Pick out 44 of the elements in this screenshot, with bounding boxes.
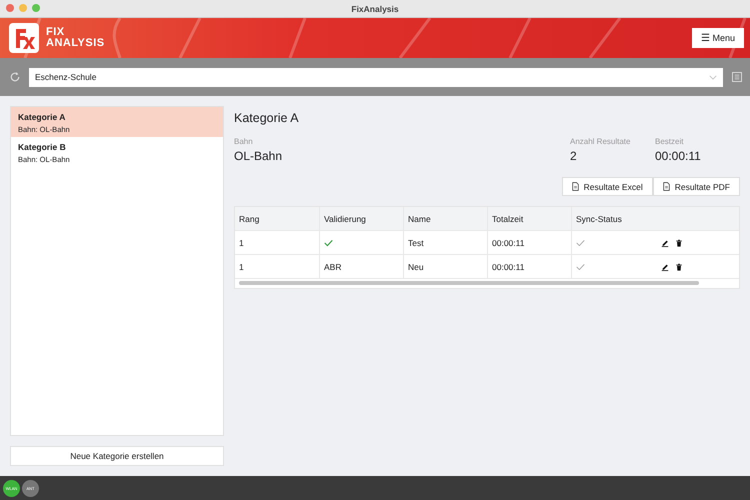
document-icon: [572, 182, 579, 191]
table-cell: 00:00:11: [487, 231, 571, 254]
school-select[interactable]: Eschenz-Schule: [29, 68, 723, 86]
column-header: Sync-Status: [571, 207, 655, 230]
refresh-icon[interactable]: [9, 71, 21, 83]
zoom-button[interactable]: [32, 4, 40, 12]
table-cell: Neu: [403, 255, 487, 278]
edit-icon[interactable]: [661, 262, 669, 270]
column-header: Rang: [238, 212, 260, 226]
stat-label: Bahn: [234, 137, 254, 146]
export-button[interactable]: Resultate PDF: [652, 177, 740, 196]
table-cell: Test: [403, 231, 487, 254]
table-cell-text: 1: [238, 236, 245, 250]
stat-label: Bestzeit: [655, 137, 684, 146]
edit-icon[interactable]: [661, 238, 669, 246]
chevron-down-icon: [709, 74, 717, 80]
logo-text: ANALYSIS: [46, 38, 105, 49]
category-title: Kategorie B: [18, 142, 67, 152]
stat-value: OL-Bahn: [234, 149, 284, 163]
stat-value: 00:00:11: [655, 149, 702, 163]
minimize-button[interactable]: [19, 4, 27, 12]
scrollbar[interactable]: [239, 281, 699, 285]
stat-value: 2: [570, 149, 578, 163]
category-heading: Kategorie A: [234, 111, 300, 125]
column-header: Name: [403, 207, 487, 230]
column-header: Totalzeit: [487, 207, 571, 230]
check-icon: [324, 238, 333, 246]
table-cell: 00:00:11: [487, 255, 571, 278]
logo-text: FIX: [46, 27, 66, 38]
stat-label: Anzahl Resultate: [570, 137, 632, 146]
table-cell-text: 1: [238, 260, 245, 274]
logo-icon: [9, 23, 39, 53]
list-icon[interactable]: [731, 71, 743, 83]
export-button[interactable]: Resultate Excel: [562, 177, 653, 196]
menu-button[interactable]: ☰ Menu: [692, 28, 744, 48]
trash-icon[interactable]: [675, 238, 683, 246]
document-icon: [662, 182, 670, 191]
close-button[interactable]: [6, 4, 14, 12]
trash-icon[interactable]: [675, 262, 683, 270]
column-header: Validierung: [319, 207, 403, 230]
window-title: FixAnalysis: [351, 4, 399, 14]
category-title: Kategorie A: [18, 112, 66, 122]
table-cell: ABR: [324, 262, 342, 272]
create-category-button[interactable]: Neue Kategorie erstellen: [10, 446, 224, 466]
